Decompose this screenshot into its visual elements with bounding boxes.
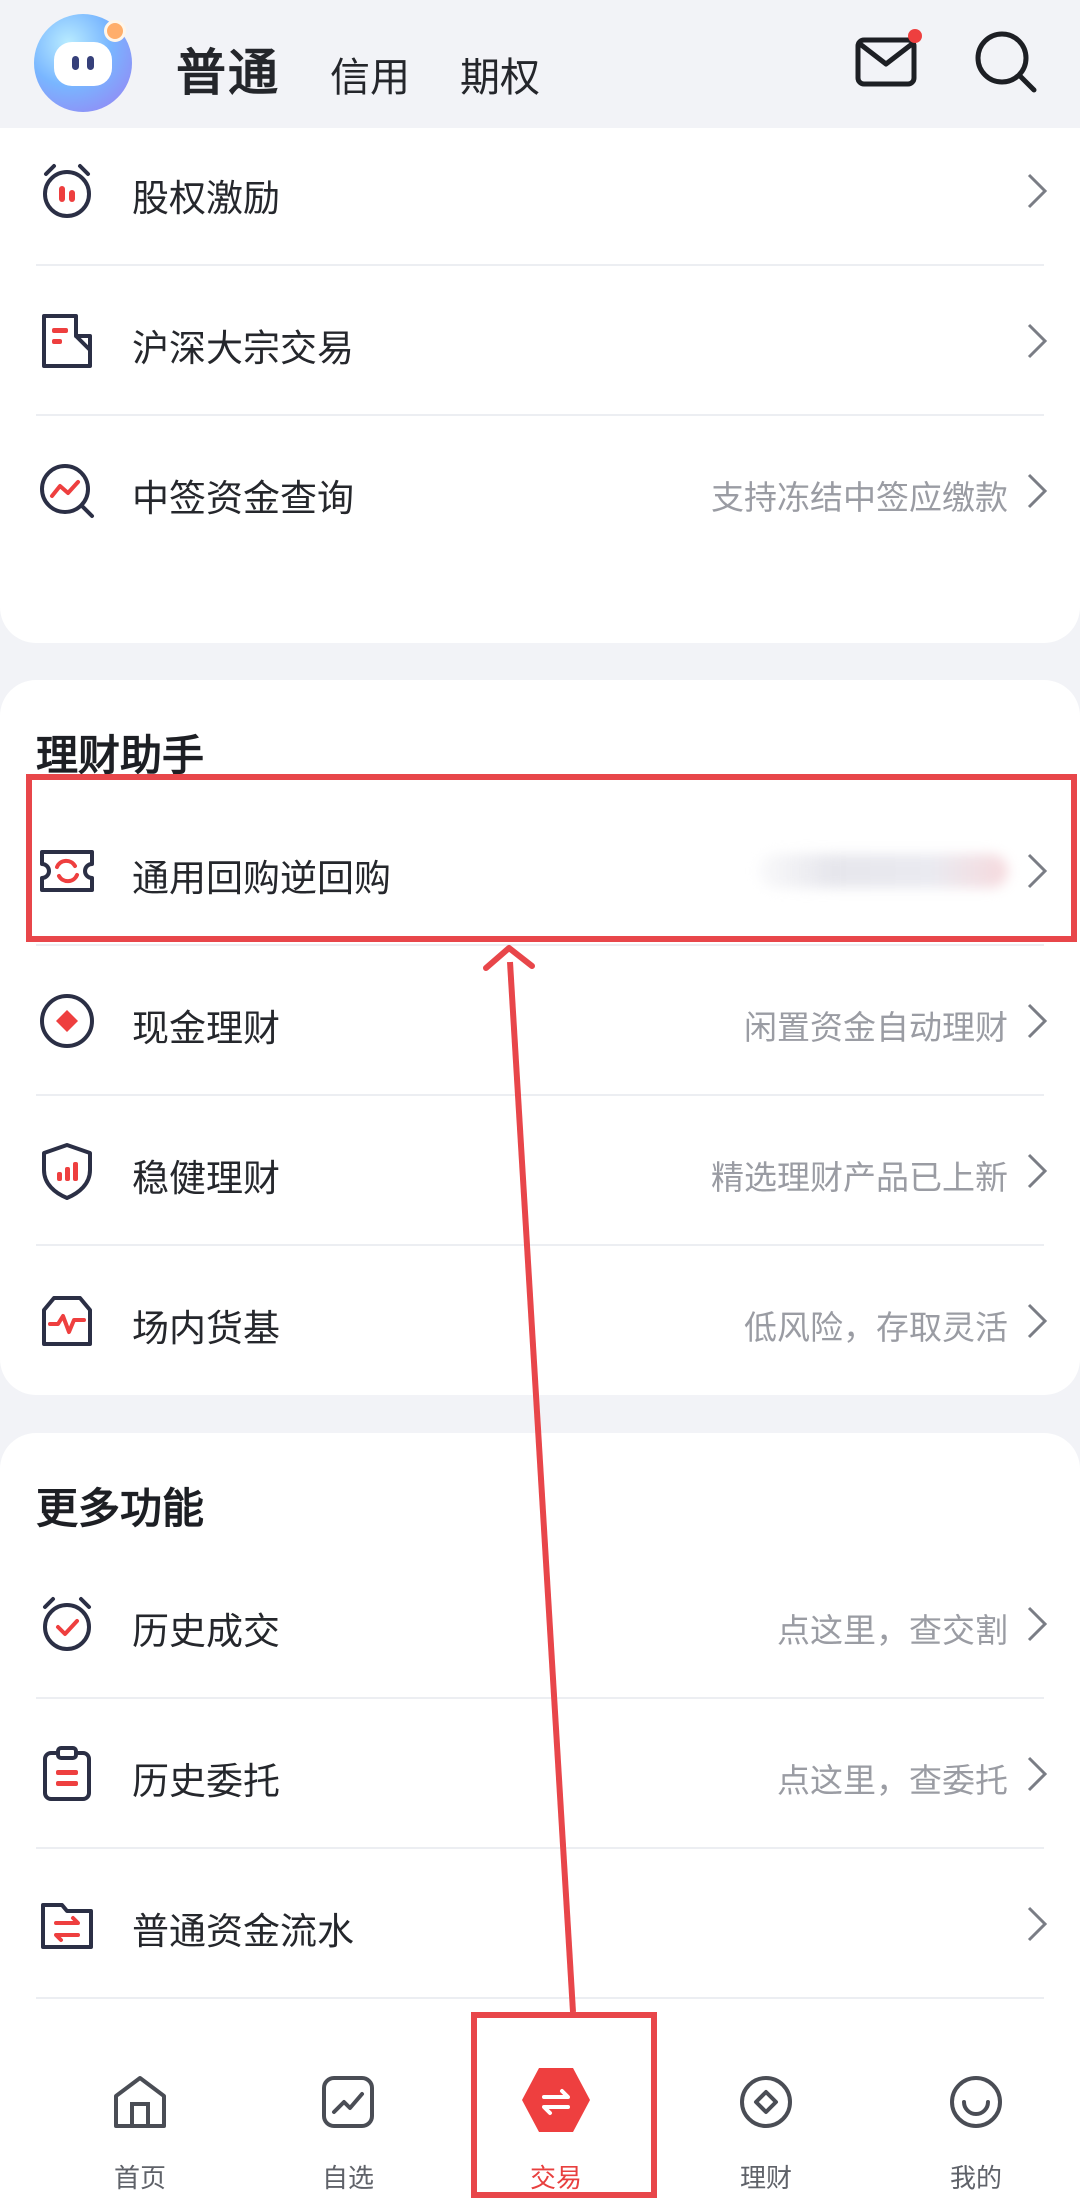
- nav-mine[interactable]: 我的: [906, 2006, 1046, 2206]
- chevron-right-icon: [1027, 1606, 1048, 1642]
- unread-dot: [908, 29, 922, 43]
- nav-label: 我的: [949, 2164, 1002, 2194]
- section-title: 更多功能: [36, 1484, 205, 1533]
- list-item-label: 现金理财: [132, 1007, 280, 1050]
- document-icon: [42, 314, 92, 368]
- finance-assistant-card: 理财助手 通用回购逆回购 现金理财 闲置资金自动理财 稳健理财 精选理财产品已上…: [0, 680, 1080, 1395]
- avatar[interactable]: [34, 14, 132, 112]
- list-item-block-trade[interactable]: 沪深大宗交易: [0, 266, 1080, 416]
- search-icon[interactable]: [970, 26, 1042, 98]
- chevron-right-icon: [1027, 323, 1048, 359]
- exchange-arrows-icon: [542, 2089, 570, 2115]
- list-item-hint: 低风险，存取灵活: [744, 1308, 1008, 1347]
- tab-options[interactable]: 期权: [460, 58, 540, 98]
- list-item-fund-flow[interactable]: 普通资金流水: [0, 1849, 1080, 1999]
- chevron-right-icon: [1027, 173, 1048, 209]
- avatar-face-icon: [54, 42, 112, 86]
- account-tabs: 普通 信用 期权: [176, 28, 590, 98]
- list-item-label: 稳健理财: [132, 1157, 280, 1200]
- nav-label: 理财: [739, 2164, 792, 2194]
- pulse-wallet-icon: [42, 1296, 92, 1346]
- list-item-label: 历史成交: [132, 1610, 280, 1653]
- list-item-stable-finance[interactable]: 稳健理财 精选理财产品已上新: [0, 1096, 1080, 1246]
- list-item-hint: 支持冻结中签应缴款: [711, 478, 1008, 517]
- chevron-right-icon: [1027, 853, 1048, 889]
- list-item-repo[interactable]: 通用回购逆回购: [0, 796, 1080, 946]
- list-item-hint: 闲置资金自动理财: [744, 1008, 1008, 1047]
- folder-transfer-icon: [41, 1903, 93, 1949]
- shield-chart-icon: [42, 1143, 92, 1200]
- bottom-nav: 首页 自选 交易 理财 我的: [0, 2006, 1080, 2206]
- mail-icon[interactable]: [852, 26, 924, 98]
- repo-ticket-icon: [40, 850, 94, 892]
- list-item-equity-incentive[interactable]: 股权激励: [0, 116, 1080, 266]
- chevron-right-icon: [1027, 473, 1048, 509]
- list-item-hint: 精选理财产品已上新: [711, 1158, 1008, 1197]
- trend-icon: [322, 2076, 374, 2128]
- wealth-icon: [740, 2076, 792, 2128]
- list-item-label: 沪深大宗交易: [132, 327, 354, 370]
- tab-credit[interactable]: 信用: [330, 58, 410, 98]
- list-item-label: 中签资金查询: [132, 477, 354, 520]
- nav-label: 交易: [529, 2164, 582, 2194]
- top-header: 普通 信用 期权: [0, 0, 1080, 128]
- list-item-history-orders[interactable]: 历史委托 点这里，查委托: [0, 1699, 1080, 1849]
- alarm-clock-icon: [43, 164, 91, 218]
- nav-watchlist[interactable]: 自选: [278, 2006, 418, 2206]
- avatar-badge: [104, 20, 126, 42]
- list-item-label: 通用回购逆回购: [132, 857, 391, 900]
- chevron-right-icon: [1027, 1906, 1048, 1942]
- nav-home[interactable]: 首页: [70, 2006, 210, 2206]
- nav-trade[interactable]: 交易: [486, 2006, 626, 2206]
- nav-label: 自选: [321, 2164, 374, 2194]
- list-item-label: 历史委托: [132, 1760, 280, 1803]
- coin-icon: [40, 994, 94, 1048]
- chevron-right-icon: [1027, 1303, 1048, 1339]
- chart-search-icon: [40, 464, 94, 518]
- smile-icon: [950, 2076, 1002, 2128]
- list-item-label: 场内货基: [132, 1307, 280, 1350]
- chevron-right-icon: [1027, 1756, 1048, 1792]
- section-title: 理财助手: [36, 731, 205, 780]
- clock-check-icon: [43, 1597, 91, 1651]
- nav-wealth[interactable]: 理财: [696, 2006, 836, 2206]
- trade-page: 普通 信用 期权 股权激励 沪深大宗交易 中签资金查询 支持冻结中签应缴款 理财…: [0, 0, 1080, 2206]
- divider: [36, 1997, 1044, 1999]
- list-item-hint: 点这里，查委托: [777, 1761, 1008, 1800]
- tab-normal[interactable]: 普通: [176, 48, 280, 98]
- list-item-cash-finance[interactable]: 现金理财 闲置资金自动理财: [0, 946, 1080, 1096]
- home-icon: [114, 2076, 166, 2128]
- clipboard-icon: [43, 1746, 91, 1801]
- blurred-hint: [758, 854, 1008, 888]
- list-item-label: 普通资金流水: [132, 1910, 354, 1953]
- nav-label: 首页: [113, 2164, 166, 2194]
- chevron-right-icon: [1027, 1003, 1048, 1039]
- list-item-label: 股权激励: [132, 177, 280, 220]
- list-item-money-fund[interactable]: 场内货基 低风险，存取灵活: [0, 1246, 1080, 1396]
- chevron-right-icon: [1027, 1153, 1048, 1189]
- list-item-history-deals[interactable]: 历史成交 点这里，查交割: [0, 1549, 1080, 1699]
- list-item-hint: 点这里，查交割: [777, 1611, 1008, 1650]
- list-item-allotment-fund-query[interactable]: 中签资金查询 支持冻结中签应缴款: [0, 416, 1080, 566]
